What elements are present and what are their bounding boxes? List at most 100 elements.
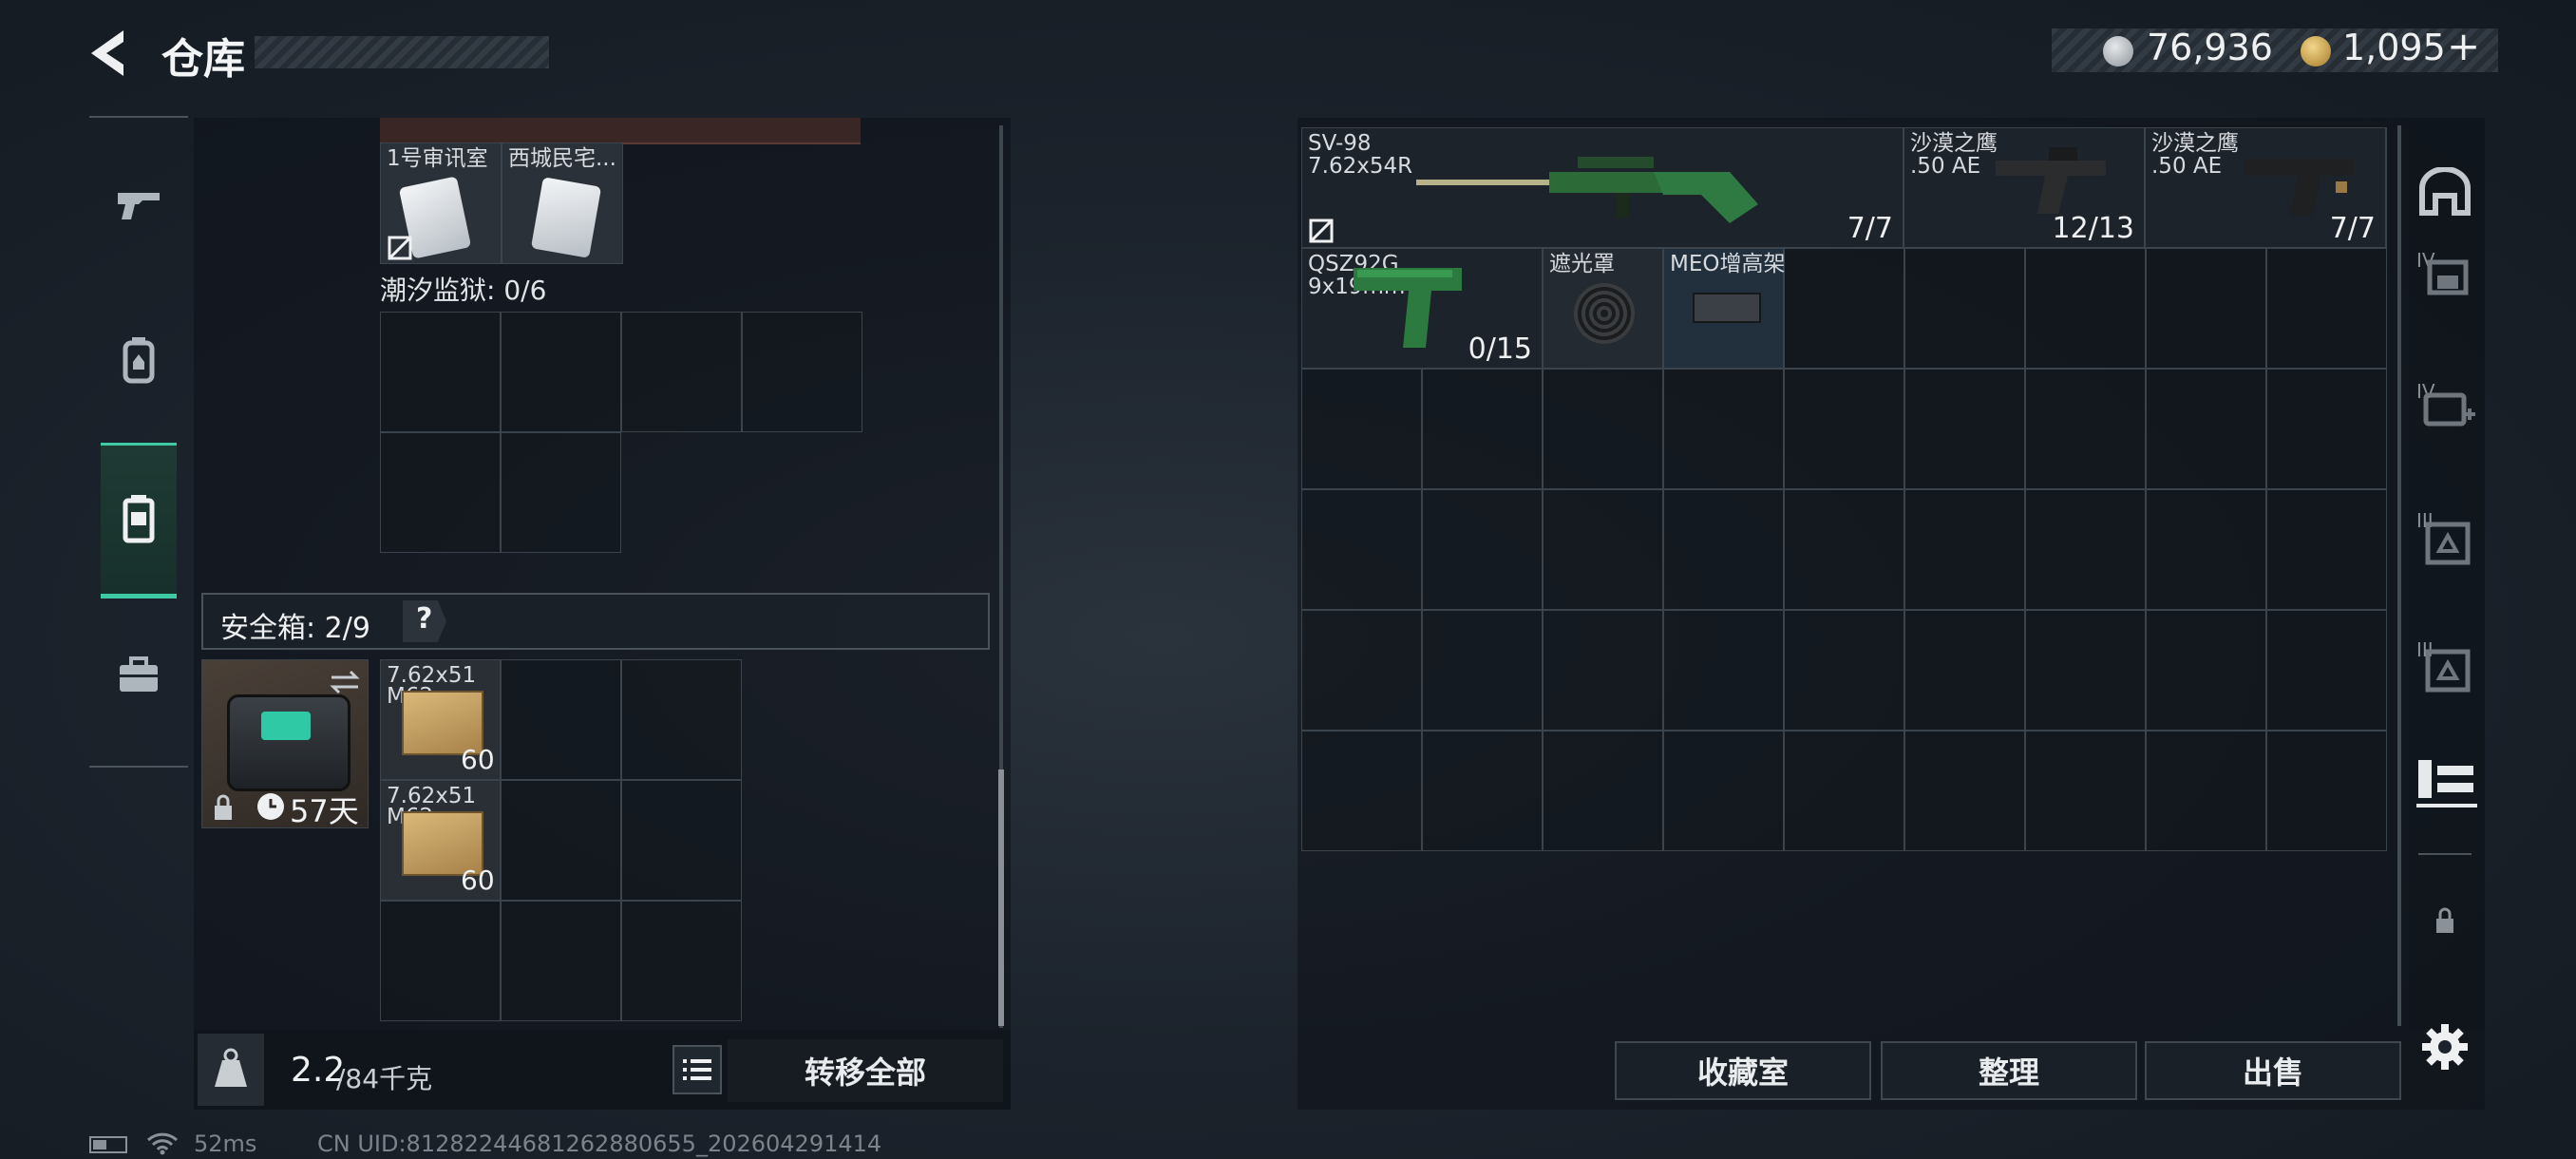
organize-button[interactable]: 整理 bbox=[1881, 1041, 2137, 1100]
inventory-slot[interactable] bbox=[1422, 610, 1543, 731]
room-card-2[interactable]: 西城民宅... bbox=[502, 142, 623, 264]
sniper-rifle-image bbox=[1416, 157, 1758, 223]
inventory-slot[interactable] bbox=[2146, 489, 2266, 610]
inventory-slot[interactable] bbox=[2146, 610, 2266, 731]
safe-box-item[interactable]: 57天 bbox=[201, 659, 369, 829]
medkit-iv-icon[interactable] bbox=[2422, 388, 2475, 429]
inventory-slot[interactable] bbox=[2146, 248, 2266, 369]
prison-slot[interactable] bbox=[501, 312, 621, 432]
inventory-slot[interactable] bbox=[2025, 369, 2146, 489]
transfer-all-button[interactable]: 转移全部 bbox=[728, 1039, 1003, 1102]
inventory-slot[interactable] bbox=[2025, 610, 2146, 731]
ammo-slot[interactable]: 7.62x51 M62 60 bbox=[380, 659, 501, 780]
inventory-slot[interactable] bbox=[1904, 369, 2025, 489]
inventory-slot[interactable] bbox=[1904, 610, 2025, 731]
inventory-slot[interactable] bbox=[1663, 731, 1784, 851]
ammo-slot[interactable] bbox=[621, 901, 742, 1021]
prison-slot[interactable] bbox=[380, 312, 501, 432]
inventory-item-deagle-2[interactable]: 沙漠之鹰 .50 AE 7/7 bbox=[2145, 127, 2386, 248]
tab-container[interactable] bbox=[99, 481, 179, 557]
ammo-slot[interactable] bbox=[501, 659, 621, 780]
inventory-slot[interactable] bbox=[1784, 610, 1904, 731]
inventory-slot[interactable] bbox=[1784, 248, 1904, 369]
inventory-slot[interactable] bbox=[1301, 489, 1422, 610]
ammo-slot[interactable] bbox=[621, 780, 742, 901]
back-button[interactable] bbox=[84, 27, 141, 80]
inventory-item-deagle-1[interactable]: 沙漠之鹰 .50 AE 12/13 bbox=[1904, 127, 2145, 248]
clock-icon bbox=[257, 793, 284, 820]
inventory-item-lens-hood[interactable]: 遮光罩 bbox=[1543, 248, 1663, 369]
inventory-slot[interactable] bbox=[1663, 610, 1784, 731]
inventory-slot[interactable] bbox=[2266, 248, 2387, 369]
inventory-slot[interactable] bbox=[1663, 369, 1784, 489]
inventory-slot[interactable] bbox=[2146, 369, 2266, 489]
inventory-slot[interactable] bbox=[1301, 610, 1422, 731]
weight-max: /84千克 bbox=[336, 1063, 433, 1094]
lock-icon[interactable] bbox=[2434, 906, 2456, 935]
inventory-slot[interactable] bbox=[1543, 610, 1663, 731]
prison-slot[interactable] bbox=[742, 312, 862, 432]
item-name: 沙漠之鹰 bbox=[2151, 131, 2239, 156]
inventory-slot[interactable] bbox=[1904, 248, 2025, 369]
inventory-slot[interactable] bbox=[1904, 731, 2025, 851]
armor-iv-icon[interactable] bbox=[2422, 256, 2473, 298]
helmet-icon[interactable] bbox=[2418, 167, 2472, 217]
inventory-item-sv98[interactable]: SV-98 7.62x54R 7/7 bbox=[1301, 127, 1904, 248]
ammo-slot[interactable] bbox=[380, 901, 501, 1021]
ammo-slot[interactable] bbox=[621, 659, 742, 780]
inventory-item-meo-riser[interactable]: MEO增高架 bbox=[1663, 248, 1786, 369]
right-tab-separator bbox=[2418, 853, 2472, 855]
inventory-slot[interactable] bbox=[2025, 489, 2146, 610]
inventory-item-qsz92g[interactable]: QSZ92G 9x19mm 0/15 bbox=[1301, 248, 1543, 369]
prison-slot[interactable] bbox=[380, 432, 501, 553]
inventory-slot[interactable] bbox=[2025, 731, 2146, 851]
inventory-slot[interactable] bbox=[1663, 489, 1784, 610]
swap-icon[interactable] bbox=[328, 668, 362, 696]
collection-room-button[interactable]: 收藏室 bbox=[1615, 1041, 1871, 1100]
tab-backpack[interactable] bbox=[99, 327, 179, 393]
rig-iii-alt-icon[interactable] bbox=[2422, 646, 2473, 694]
ammo-slot[interactable]: 7.62x51 M62 60 bbox=[380, 780, 501, 901]
list-view-button[interactable] bbox=[672, 1045, 722, 1094]
safe-box-days: 57天 bbox=[290, 793, 359, 829]
inventory-slot[interactable] bbox=[1904, 489, 2025, 610]
item-name: MEO增高架 bbox=[1670, 252, 1786, 276]
inventory-slot[interactable] bbox=[1422, 369, 1543, 489]
safe-box-panel bbox=[261, 712, 311, 740]
inventory-slot[interactable] bbox=[1543, 369, 1663, 489]
prison-slot[interactable] bbox=[621, 312, 742, 432]
prison-slots-label: 潮汐监狱: 0/6 bbox=[380, 275, 547, 306]
inventory-slot[interactable] bbox=[1422, 489, 1543, 610]
add-currency-button[interactable]: + bbox=[2447, 23, 2480, 69]
title-stripe bbox=[255, 36, 549, 68]
inventory-slot[interactable] bbox=[2266, 369, 2387, 489]
inventory-slot[interactable] bbox=[1784, 489, 1904, 610]
inventory-slot[interactable] bbox=[1784, 731, 1904, 851]
weapon-rack-tab[interactable] bbox=[2413, 750, 2481, 823]
tab-weapons[interactable] bbox=[99, 171, 179, 238]
prison-slot[interactable] bbox=[501, 432, 621, 553]
ammo-slot[interactable] bbox=[501, 901, 621, 1021]
inventory-slot[interactable] bbox=[2266, 610, 2387, 731]
inventory-slot[interactable] bbox=[2266, 731, 2387, 851]
inventory-slot[interactable] bbox=[1301, 731, 1422, 851]
inventory-slot[interactable] bbox=[2266, 489, 2387, 610]
rig-iii-icon[interactable] bbox=[2422, 519, 2473, 566]
toolbox-icon bbox=[120, 656, 158, 692]
inventory-slot[interactable] bbox=[1543, 731, 1663, 851]
ammo-slot[interactable] bbox=[501, 780, 621, 901]
settings-gear-icon[interactable] bbox=[2420, 1022, 2470, 1072]
tab-toolbox[interactable] bbox=[99, 642, 179, 709]
back-arrow-icon bbox=[91, 30, 123, 76]
inventory-slot[interactable] bbox=[2146, 731, 2266, 851]
sell-button[interactable]: 出售 bbox=[2145, 1041, 2401, 1100]
inventory-slot[interactable] bbox=[1422, 731, 1543, 851]
page-title: 仓库 bbox=[161, 35, 245, 84]
inventory-slot[interactable] bbox=[1543, 489, 1663, 610]
inventory-slot[interactable] bbox=[1784, 369, 1904, 489]
item-count: 7/7 bbox=[1847, 212, 1893, 245]
inventory-slot[interactable] bbox=[2025, 248, 2146, 369]
stash-scrollbar-thumb[interactable] bbox=[998, 770, 1004, 1026]
inventory-slot[interactable] bbox=[1301, 369, 1422, 489]
room-card-1[interactable]: 1号审讯室 bbox=[380, 142, 502, 264]
